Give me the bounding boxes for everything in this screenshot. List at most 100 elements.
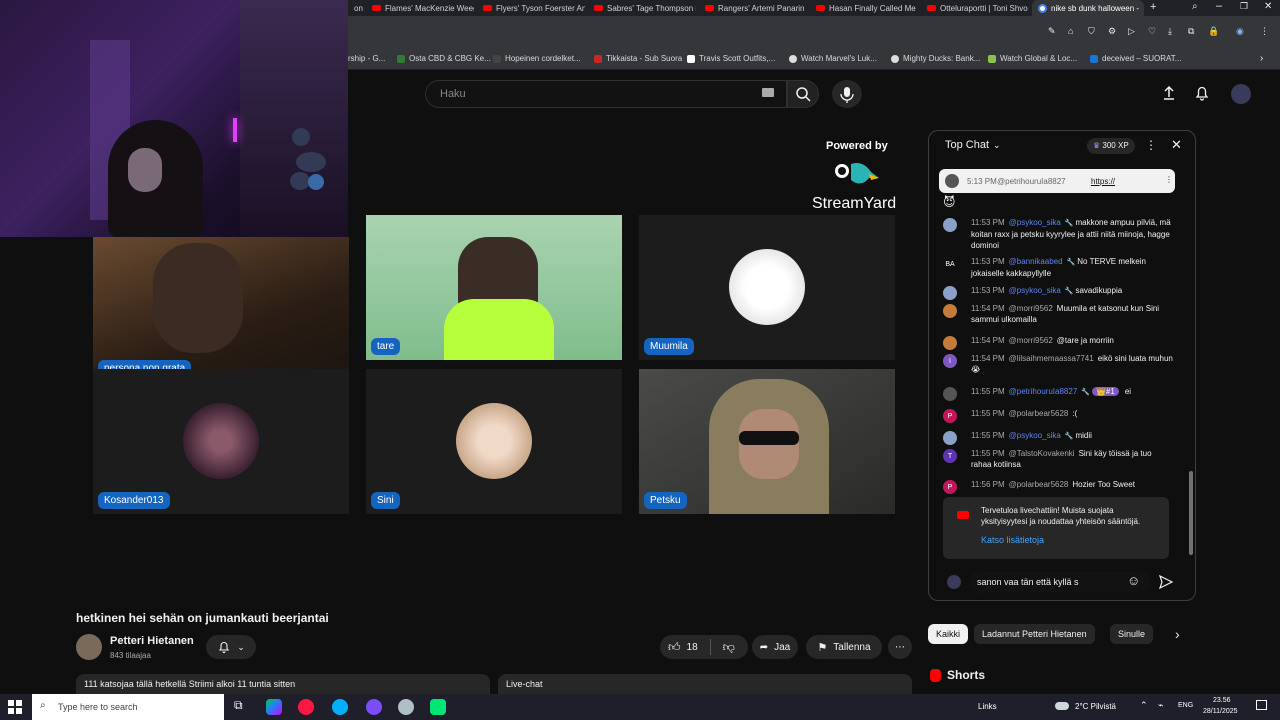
notification-icon[interactable] [1256,700,1267,710]
bookmark-0[interactable]: rship - G... [348,54,385,63]
upload-icon[interactable] [1160,84,1178,102]
avatar[interactable] [943,286,957,300]
xp-badge[interactable]: ♛ 300 XP [1087,138,1135,154]
bookmark-6[interactable]: Mighty Ducks: Bank... [891,54,980,63]
app-icon[interactable] [366,699,382,715]
avatar[interactable] [943,218,957,232]
thumbs-down-icon[interactable]: 👎︎ [723,640,735,655]
chat-message[interactable]: 11:55 PM @petrihouruIa8827 🔧 👑#1 ei [943,386,1173,401]
subscribe-notification-button[interactable]: ⌄ [206,635,256,659]
chevron-right-icon[interactable]: › [1260,53,1263,64]
shield-icon[interactable]: ⛉ [1088,26,1095,37]
copilot-icon[interactable] [266,699,282,715]
chat-message[interactable]: 11:54 PM @morri9562 Muumila et katsonut ku… [943,303,1173,325]
extensions-icon[interactable]: ⧉ [1188,26,1194,37]
lock-icon[interactable]: 🔒 [1208,26,1219,37]
search-tabs-icon[interactable]: ⌕ [1192,1,1198,12]
message-author[interactable]: @psykoo_sika [1009,286,1061,295]
pinned-message[interactable]: 5:13 PM @petrihouruIa8827 https:// ⋮ [939,169,1175,193]
bookmark-3[interactable]: Tikkaista - Sub Suora [594,54,682,63]
menu-icon[interactable]: ⋮ [1260,26,1269,37]
bookmark-5[interactable]: Watch Marvel's Luk... [789,54,877,63]
learn-more-link[interactable]: Katso lisätietoja [981,535,1044,545]
chevron-right-icon[interactable]: › [1175,626,1180,642]
more-icon[interactable]: ⋮ [1165,175,1173,184]
avatar[interactable] [943,336,957,350]
chat-message[interactable]: 11:53 PM @psykoo_sika 🔧 makkone ampuu pilv… [943,217,1173,251]
channel-name[interactable]: Petteri Hietanen [110,635,194,647]
tray-chevron-icon[interactable]: ⌃ [1140,700,1148,711]
save-button[interactable]: ⚑ Tallenna [806,635,882,659]
avatar[interactable]: P [943,409,957,423]
bookmark-8[interactable]: deceived – SUORAT... [1090,54,1181,63]
chat-message[interactable]: 11:54 PM @morri9562 @tare ja morriin [943,335,1173,350]
more-actions-button[interactable]: ⋯ [888,635,912,659]
clock-date[interactable]: 28/11/2025 [1203,708,1238,715]
tab-0[interactable]: on [348,0,364,16]
chat-message[interactable]: P 11:56 PM @polarbear5628 Hozier Too Sweet [943,479,1173,494]
search-input[interactable]: Haku [425,80,787,108]
home-icon[interactable]: ⌂ [1068,26,1073,36]
network-icon[interactable]: ⌁ [1158,700,1163,711]
profile-icon[interactable]: ◉ [1236,26,1244,37]
share-button[interactable]: ➦ Jaa [752,635,798,659]
weather-widget[interactable]: 2°C Pilvistä [1075,702,1116,711]
chip-1[interactable]: Ladannut Petteri Hietanen [974,624,1095,644]
avatar[interactable] [943,431,957,445]
chat-message[interactable]: P 11:55 PM @polarbear5628:( [943,408,1173,423]
edit-icon[interactable]: ✎ [1048,26,1056,37]
chat-message[interactable]: 11:53 PM @psykoo_sika 🔧 savadikuppia [943,285,1173,300]
tab-5[interactable]: Hasan Finally Called Me C [810,0,918,16]
maximize-icon[interactable]: ❐ [1240,1,1248,12]
message-author[interactable]: @bannikaabed [1009,257,1063,266]
message-author[interactable]: @morri9562 [1009,336,1053,345]
voice-search-button[interactable] [832,80,862,108]
message-author[interactable]: @polarbear5628 [1009,409,1069,418]
message-author[interactable]: @lilsaihmemaassa7741 [1009,354,1094,363]
download-icon[interactable]: ⤓ [1168,26,1172,37]
avatar[interactable] [943,304,957,318]
description-box[interactable]: 111 katsojaa tällä hetkellä Striimi alko… [76,674,490,694]
windows-start-icon[interactable] [8,700,22,714]
heart-icon[interactable]: ♡ [1148,26,1156,37]
app-icon[interactable] [398,699,414,715]
avatar[interactable]: P [943,480,957,494]
emoji-picker-icon[interactable]: ☺ [1127,573,1140,588]
chip-0[interactable]: Kaikki [928,624,969,644]
opera-icon[interactable] [298,699,314,715]
chat-input[interactable]: sanon vaa tän että kyllä s [969,571,1151,593]
chat-message[interactable]: BA 11:53 PM @bannikaabed 🔧 No TERVE melkein… [943,256,1173,279]
chat-mode-dropdown[interactable]: Top Chat ⌄ [945,139,1001,151]
message-author[interactable]: @psykoo_sika [1009,431,1061,440]
chat-message[interactable]: I 11:54 PM @lilsaihmemaassa7741 eikö sini l… [943,353,1173,375]
tab-4[interactable]: Rangers' Artemi Panarin li [699,0,807,16]
close-window-icon[interactable]: ✕ [1264,1,1272,12]
message-author[interactable]: @psykoo_sika [1009,218,1061,227]
thumbs-up-icon[interactable]: 👍︎ [668,640,681,655]
links-toolbar[interactable]: Links [978,702,997,711]
tab-6[interactable]: Otteluraportti | Toni Shvo [921,0,1029,16]
clock-time[interactable]: 23.56 [1213,697,1231,704]
bookmark-7[interactable]: Watch Global & Loc... [988,54,1077,63]
message-link[interactable]: https:// [1091,177,1115,186]
message-author[interactable]: @morri9562 [1009,304,1053,313]
bell-icon[interactable] [1193,84,1211,102]
keyboard-icon[interactable] [762,88,774,97]
message-author[interactable]: @petrihouruIa8827 [1009,387,1078,396]
new-tab-icon[interactable]: + [1150,1,1156,13]
message-author[interactable]: @TalstoKovakenki [1009,449,1075,458]
task-view-icon[interactable]: ⧉ [234,698,243,713]
message-author[interactable]: @polarbear5628 [1009,480,1069,489]
settings-icon[interactable]: ⚙ [1108,26,1116,37]
avatar[interactable]: BA [943,257,957,271]
avatar[interactable]: T [943,449,957,463]
taskbar-search[interactable]: Type here to search [32,694,224,720]
tab-1[interactable]: Flames' MacKenzie Weeg [366,0,474,16]
search-button[interactable] [787,80,819,108]
language-indicator[interactable]: ENG [1178,702,1193,709]
livechat-replay-box[interactable]: Live-chat [498,674,912,694]
chat-message[interactable]: 11:55 PM @psykoo_sika 🔧 midii [943,430,1173,445]
chat-scrollbar[interactable] [1189,471,1193,555]
app-icon[interactable] [430,699,446,715]
avatar[interactable]: I [943,354,957,368]
